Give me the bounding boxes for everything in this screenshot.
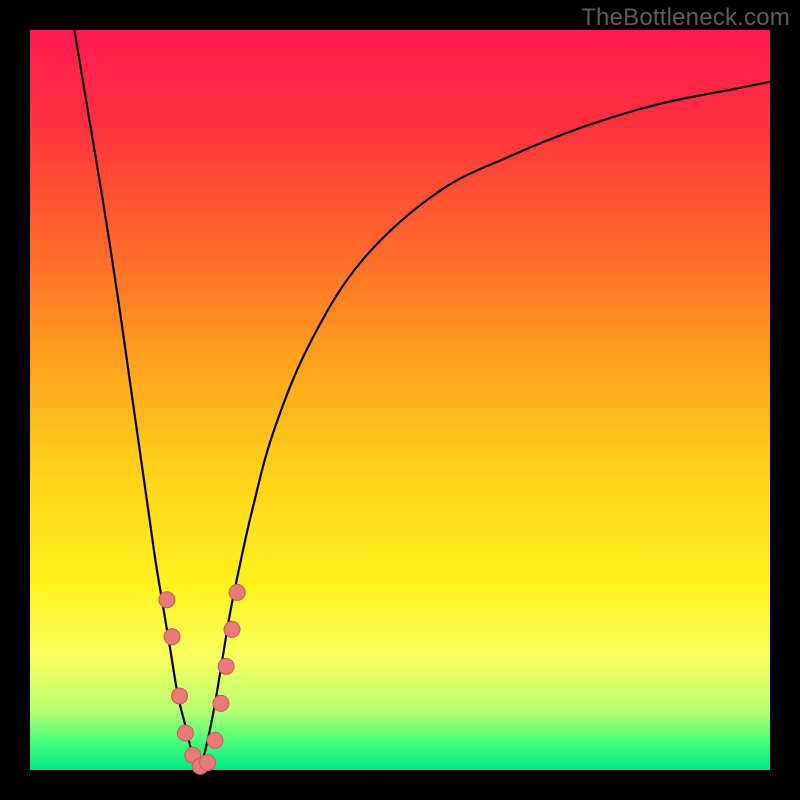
data-point <box>218 658 234 674</box>
data-point <box>159 592 175 608</box>
data-point <box>164 629 180 645</box>
watermark-text: TheBottleneck.com <box>581 4 790 32</box>
data-point <box>171 688 187 704</box>
curve-right-branch <box>200 82 770 770</box>
data-point <box>207 732 223 748</box>
chart-frame: TheBottleneck.com <box>0 0 800 800</box>
data-point <box>200 755 216 771</box>
curve-left-branch <box>74 30 200 770</box>
plot-area <box>30 30 770 770</box>
data-point <box>177 725 193 741</box>
chart-svg <box>30 30 770 770</box>
data-point <box>213 695 229 711</box>
data-point <box>229 584 245 600</box>
data-point <box>224 621 240 637</box>
